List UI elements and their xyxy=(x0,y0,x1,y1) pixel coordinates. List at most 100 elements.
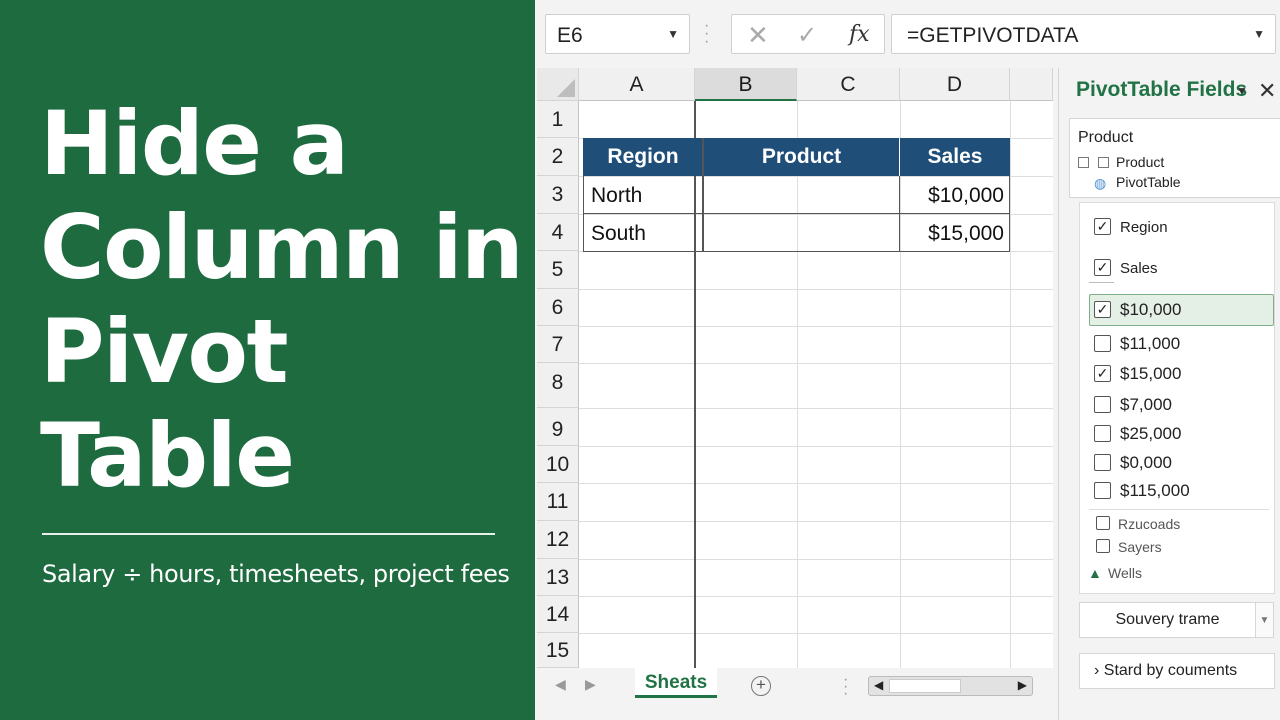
pivot-cell-sales[interactable]: $15,000 xyxy=(906,215,1004,252)
column-header-a[interactable]: A xyxy=(579,68,695,101)
checkbox-value[interactable]: ✓ xyxy=(1094,365,1111,382)
checkbox-field[interactable] xyxy=(1096,539,1110,553)
checkbox-field[interactable] xyxy=(1096,516,1110,530)
value-label: $0,000 xyxy=(1120,453,1172,472)
row-header[interactable]: 15 xyxy=(537,633,579,668)
gridline xyxy=(1010,101,1011,668)
values-section-icon: ▲ xyxy=(1088,565,1102,581)
select-all-corner[interactable] xyxy=(537,68,579,101)
row-header[interactable]: 8 xyxy=(537,363,579,408)
section-label: Wells xyxy=(1108,565,1142,581)
summary-button[interactable]: Souvery trame xyxy=(1079,602,1256,638)
formula-text: =GETPIVOTDATA xyxy=(907,24,1079,47)
pivot-border xyxy=(583,213,1010,214)
name-box[interactable]: E6 ▼ xyxy=(545,14,690,54)
pivot-table-icon: ◍ xyxy=(1094,175,1107,191)
pivot-cell-region[interactable]: South xyxy=(591,215,691,252)
formula-input[interactable]: =GETPIVOTDATA ▼ xyxy=(891,14,1276,54)
pivot-border xyxy=(583,176,584,252)
row-header[interactable]: 9 xyxy=(537,408,579,446)
banner-title: Hide a Column in Pivot Table xyxy=(40,92,524,508)
row-header[interactable]: 10 xyxy=(537,446,579,483)
scroll-left-icon[interactable]: ◀ xyxy=(874,678,883,692)
enter-icon[interactable]: ✓ xyxy=(797,21,817,50)
pivot-border xyxy=(702,138,704,251)
divider xyxy=(1089,509,1269,510)
checkbox[interactable] xyxy=(1078,157,1089,168)
pivot-border xyxy=(583,251,1010,252)
chevron-right-icon: › xyxy=(1094,662,1100,679)
gridline xyxy=(579,363,1053,364)
row-header[interactable]: 12 xyxy=(537,521,579,559)
sheet-tab[interactable]: Sheats xyxy=(635,668,717,698)
pivot-header-region[interactable]: Region xyxy=(583,138,703,176)
value-label: $25,000 xyxy=(1120,424,1182,443)
checkbox-value[interactable] xyxy=(1094,425,1111,442)
cancel-icon[interactable]: ✕ xyxy=(747,20,769,51)
column-header-d[interactable]: D xyxy=(900,68,1010,101)
row-header[interactable]: 13 xyxy=(537,559,579,596)
chevron-right-icon[interactable]: ▶ xyxy=(585,676,596,693)
pivot-cell-sales[interactable]: $10,000 xyxy=(906,177,1004,214)
chevron-down-icon[interactable]: ▼ xyxy=(1236,84,1248,98)
banner-title-line: Table xyxy=(40,404,295,507)
add-sheet-icon[interactable]: + xyxy=(751,676,771,696)
pivot-cell-region[interactable]: North xyxy=(591,177,691,214)
gridline xyxy=(579,633,1053,634)
gridline xyxy=(579,559,1053,560)
value-label: $11,000 xyxy=(1120,334,1181,353)
gridline xyxy=(579,521,1053,522)
row-header[interactable]: 6 xyxy=(537,289,579,326)
divider xyxy=(1089,282,1114,283)
chevron-down-icon[interactable]: ▼ xyxy=(667,27,679,41)
scroll-right-icon[interactable]: ▶ xyxy=(1018,678,1027,692)
row-header[interactable]: 2 xyxy=(537,138,579,176)
chevron-down-icon[interactable]: ▼ xyxy=(1256,602,1274,638)
chevron-left-icon[interactable]: ◀ xyxy=(555,676,566,693)
row-header[interactable]: 11 xyxy=(537,483,579,521)
pivot-border xyxy=(1009,176,1010,252)
gridline xyxy=(579,446,1053,447)
banner-subtitle: Salary ÷ hours, timesheets, project fees xyxy=(42,560,510,588)
banner-title-line: Hide a xyxy=(40,92,349,195)
gridline xyxy=(579,408,1053,409)
checkbox-value[interactable] xyxy=(1094,396,1111,413)
row-header[interactable]: 1 xyxy=(537,101,579,138)
column-header-c[interactable]: C xyxy=(797,68,900,101)
pivot-header-product[interactable]: Product xyxy=(704,138,899,176)
gridline xyxy=(579,483,1053,484)
row-header[interactable]: 5 xyxy=(537,251,579,289)
hidden-column-divider[interactable] xyxy=(694,101,696,668)
row-header[interactable]: 14 xyxy=(537,596,579,633)
checkbox-value[interactable]: ✓ xyxy=(1094,301,1111,318)
defer-update-button[interactable]: › Stard by couments xyxy=(1079,653,1275,689)
gridline xyxy=(900,101,901,668)
checkbox-value[interactable] xyxy=(1094,454,1111,471)
chevron-down-icon[interactable]: ▼ xyxy=(1253,27,1265,41)
close-icon[interactable]: ✕ xyxy=(1258,78,1276,104)
scrollbar-thumb[interactable] xyxy=(889,679,961,693)
checkbox[interactable] xyxy=(1098,157,1109,168)
selected-value-item[interactable] xyxy=(1089,294,1274,326)
gridline xyxy=(579,596,1053,597)
column-header-e[interactable] xyxy=(1010,68,1053,101)
pivottable-label: PivotTable xyxy=(1116,174,1181,190)
checkbox-sales[interactable]: ✓ xyxy=(1094,259,1111,276)
insert-function-icon[interactable]: fx xyxy=(849,22,870,47)
value-label: $10,000 xyxy=(1120,300,1182,319)
horizontal-scrollbar[interactable]: ◀ ▶ xyxy=(868,676,1033,696)
extra-field-label: Rzucoads xyxy=(1118,516,1181,532)
gridline xyxy=(579,326,1053,327)
checkbox-value[interactable] xyxy=(1094,335,1111,352)
banner-divider xyxy=(42,533,495,535)
checkbox-region[interactable]: ✓ xyxy=(1094,218,1111,235)
pivot-header-sales[interactable]: Sales xyxy=(900,138,1010,176)
value-label: $15,000 xyxy=(1120,364,1182,383)
more-vertical-icon: · · · xyxy=(843,671,849,702)
checkbox-value[interactable] xyxy=(1094,482,1111,499)
column-header-b[interactable]: B xyxy=(695,68,797,101)
row-header[interactable]: 3 xyxy=(537,176,579,214)
row-header[interactable]: 7 xyxy=(537,326,579,363)
gridline xyxy=(579,289,1053,290)
row-header[interactable]: 4 xyxy=(537,214,579,251)
